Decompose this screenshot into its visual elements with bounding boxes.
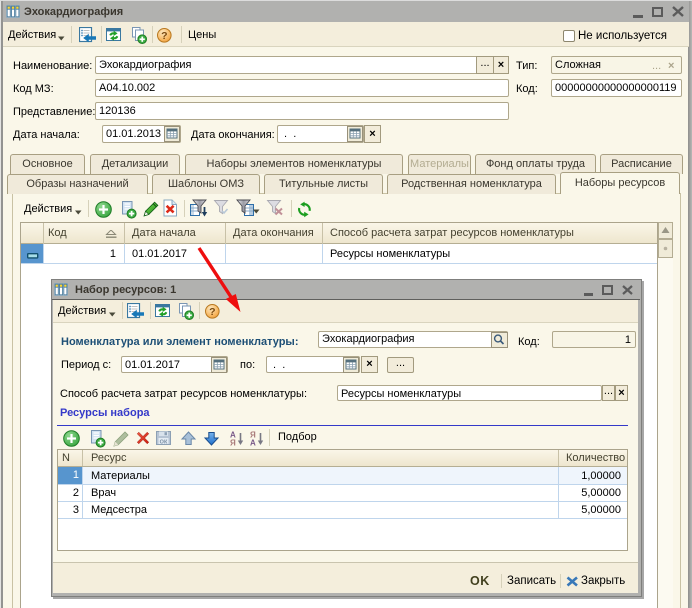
svg-text:?: ? (161, 30, 167, 42)
svg-text:Я: Я (230, 439, 236, 448)
svg-text:А: А (250, 439, 256, 448)
svg-text:ОК: ОК (160, 440, 168, 446)
